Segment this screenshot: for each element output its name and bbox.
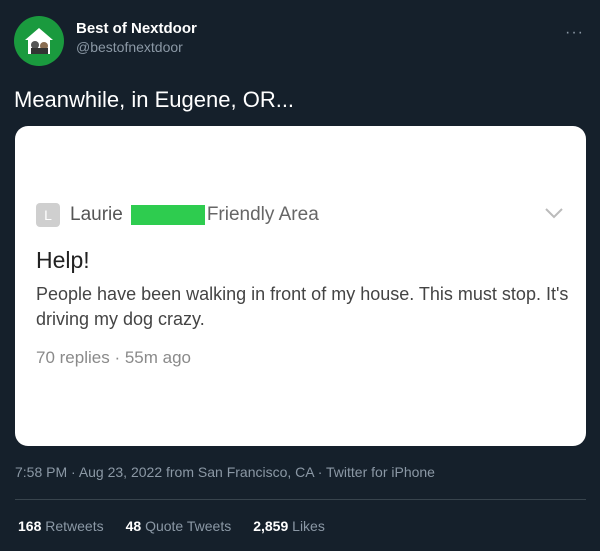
likes-stat[interactable]: 2,859 Likes (253, 518, 325, 534)
embedded-image-card[interactable]: L Laurie Friendly Area Help! People have… (15, 126, 586, 446)
chevron-down-icon (545, 208, 563, 219)
neighborhood-label: Friendly Area (206, 204, 319, 225)
avatar[interactable] (14, 16, 64, 66)
tweet-text: Meanwhile, in Eugene, OR... (14, 87, 295, 112)
post-age: 55m ago (124, 348, 191, 367)
quote-tweets-count: 48 (125, 518, 142, 534)
redaction-bar (130, 205, 205, 225)
likes-count: 2,859 (253, 518, 289, 534)
author-name: Laurie (70, 204, 123, 225)
handle[interactable]: @bestofnextdoor (76, 38, 197, 57)
tweet-header: Best of Nextdoor @bestofnextdoor (14, 16, 197, 66)
post-author-row: L Laurie Friendly Area (36, 203, 319, 227)
source-separator: · (313, 464, 327, 480)
house-logo-icon (25, 28, 53, 54)
more-options-icon[interactable]: ··· (565, 24, 584, 42)
quote-tweets-label: Quote Tweets (145, 518, 232, 534)
post-title: Help! (36, 247, 90, 273)
tweet-time[interactable]: 7:58 PM (15, 464, 67, 480)
divider (15, 499, 586, 500)
from-text: from (162, 464, 198, 480)
reply-count: 70 replies (36, 348, 110, 367)
tweet-source[interactable]: Twitter for iPhone (326, 464, 435, 480)
quote-tweets-stat[interactable]: 48 Quote Tweets (126, 518, 232, 534)
meta-separator: · (109, 348, 125, 367)
time-separator: · (67, 464, 79, 480)
engagement-stats: 168 Retweets 48 Quote Tweets 2,859 Likes (18, 518, 347, 534)
post-body: People have been walking in front of my … (36, 284, 569, 329)
post-meta: 70 replies · 55m ago (36, 348, 191, 368)
retweets-count: 168 (18, 518, 42, 534)
author-avatar: L (36, 203, 60, 227)
retweets-label: Retweets (45, 518, 104, 534)
retweets-stat[interactable]: 168 Retweets (18, 518, 104, 534)
tweet-timestamp: 7:58 PM · Aug 23, 2022 from San Francisc… (15, 464, 435, 480)
likes-label: Likes (292, 518, 325, 534)
tweet-date[interactable]: Aug 23, 2022 (79, 464, 162, 480)
display-name[interactable]: Best of Nextdoor (76, 19, 197, 38)
tweet-location[interactable]: San Francisco, CA (198, 464, 314, 480)
